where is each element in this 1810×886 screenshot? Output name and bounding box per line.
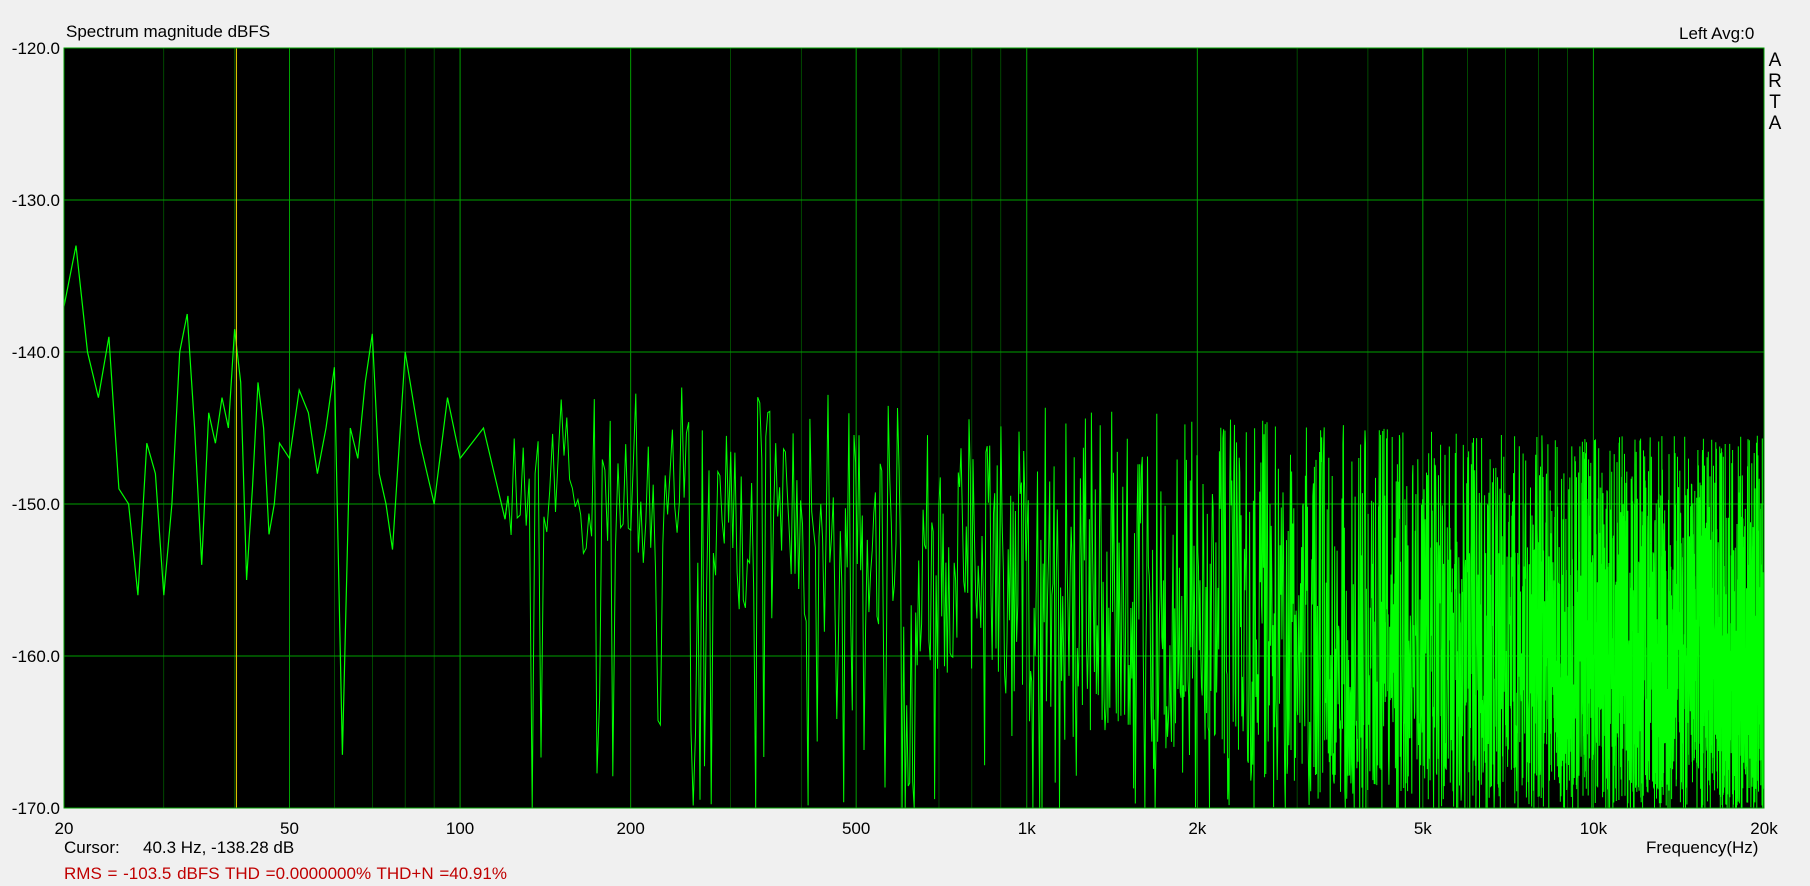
x-tick-label: 200 [616, 819, 644, 838]
channel-average-info: Left Avg:0 [1679, 24, 1755, 43]
x-tick-label: 2k [1188, 819, 1206, 838]
x-axis-label: Frequency(Hz) [1646, 838, 1759, 857]
x-tick-label: 5k [1414, 819, 1432, 838]
rms-thd-stats: RMS = -103.5 dBFS THD =0.0000000% THD+N … [64, 864, 507, 883]
x-tick-label: 20k [1750, 819, 1778, 838]
x-tick-label: 10k [1580, 819, 1608, 838]
y-tick-label: -130.0 [12, 191, 60, 210]
cursor-label: Cursor: [64, 838, 120, 857]
plot-area[interactable] [64, 48, 1764, 808]
y-tick-label: -120.0 [12, 39, 60, 58]
x-tick-label: 1k [1018, 819, 1036, 838]
y-tick-label: -170.0 [12, 799, 60, 818]
y-tick-label: -150.0 [12, 495, 60, 514]
x-tick-label: 20 [55, 819, 74, 838]
cursor-value: 40.3 Hz, -138.28 dB [143, 838, 295, 857]
x-tick-label: 500 [842, 819, 870, 838]
y-tick-label: -140.0 [12, 343, 60, 362]
brand-logo: ARTA [1768, 50, 1782, 134]
y-tick-label: -160.0 [12, 647, 60, 666]
spectrum-chart[interactable]: 20 50 100 200 500 1k 2k 5k 10k 20k -120.0 -130.0 -14… [0, 0, 1810, 886]
x-tick-label: 100 [446, 819, 474, 838]
chart-title: Spectrum magnitude dBFS [66, 22, 271, 41]
x-tick-label: 50 [280, 819, 299, 838]
